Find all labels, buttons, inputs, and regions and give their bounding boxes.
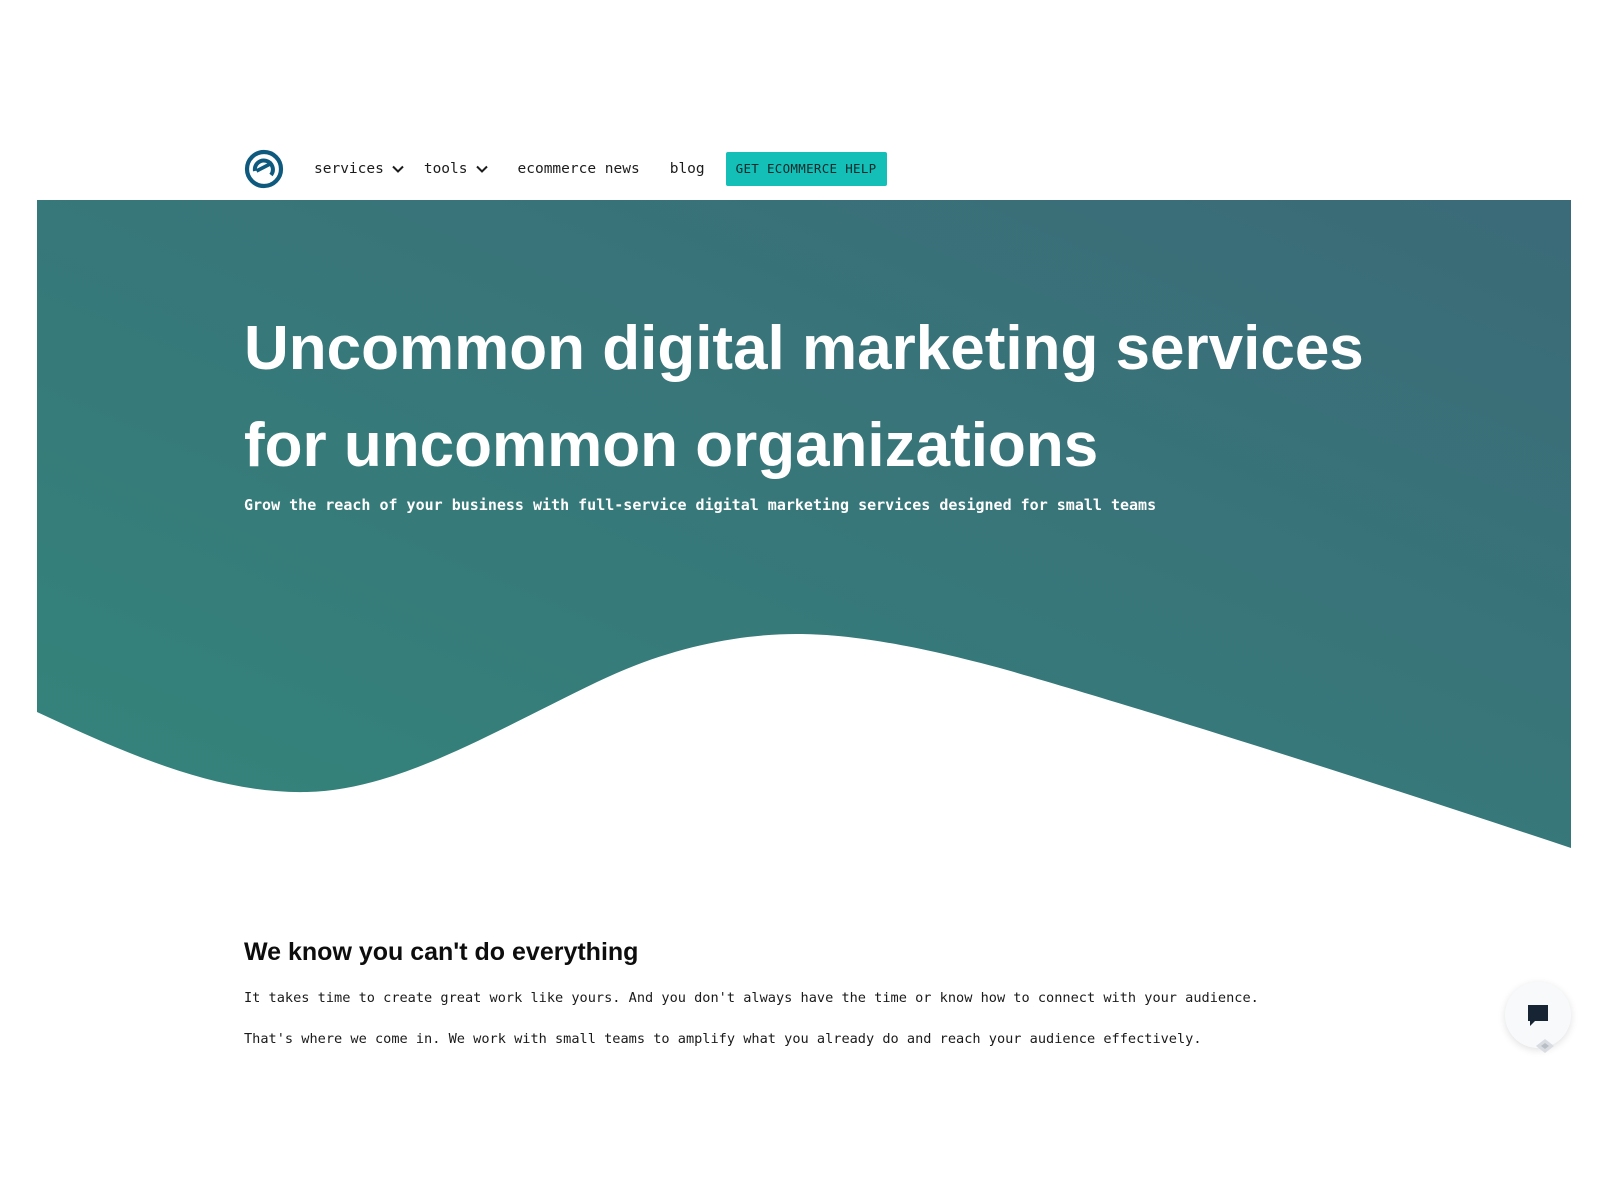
nav-blog[interactable]: blog	[670, 161, 705, 177]
chevron-down-icon	[475, 165, 488, 173]
hero-title: Uncommon digital marketing services for …	[244, 314, 1364, 480]
chevron-down-icon	[392, 165, 404, 173]
ecommerce-logo-icon[interactable]	[244, 149, 284, 189]
nav-tools-label: tools	[423, 161, 468, 177]
nav-services[interactable]: services	[314, 161, 406, 177]
hero-subtitle: Grow the reach of your business with ful…	[244, 496, 1157, 514]
hero-background	[37, 200, 1571, 848]
main-nav: services tools ecommerce news blog GET E…	[244, 149, 887, 189]
intro-paragraph: That's where we come in. We work with sm…	[244, 1031, 1202, 1047]
nav-ecommerce-news[interactable]: ecommerce news	[518, 161, 640, 177]
section-heading: We know you can't do everything	[244, 938, 639, 966]
nav-services-label: services	[314, 161, 384, 177]
chat-bubble-icon	[1528, 1005, 1548, 1026]
get-ecommerce-help-button[interactable]: GET ECOMMERCE HELP	[725, 152, 887, 186]
widget-badge-icon	[1536, 1039, 1554, 1053]
nav-tools[interactable]: tools	[424, 161, 490, 177]
intro-paragraph: It takes time to create great work like …	[244, 990, 1259, 1006]
